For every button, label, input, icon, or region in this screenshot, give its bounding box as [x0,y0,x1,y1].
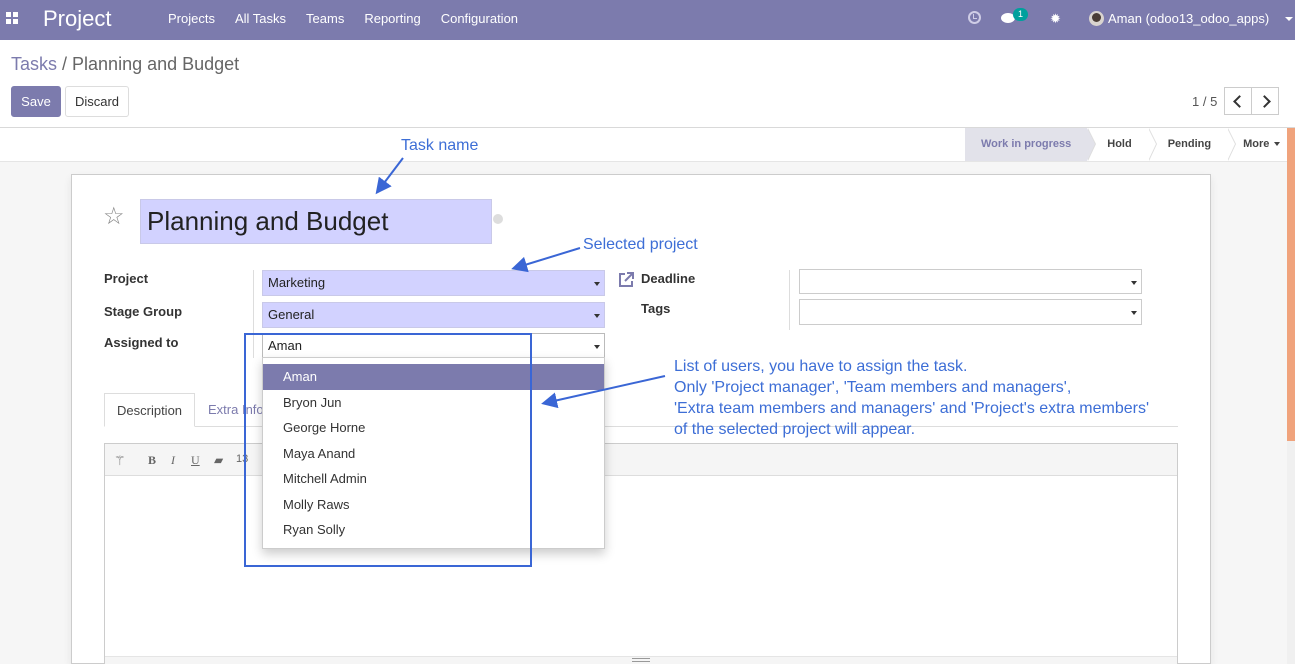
menu-all-tasks[interactable]: All Tasks [225,0,296,40]
annotation-users-line-1: List of users, you have to assign the ta… [674,358,968,375]
chevron-down-icon [1131,281,1137,285]
chevron-down-icon [594,282,600,286]
debug-bug-icon[interactable]: ✹ [1050,11,1061,27]
deadline-input[interactable] [799,269,1142,294]
top-navbar: Project Projects All Tasks Teams Reporti… [0,0,1295,40]
project-select[interactable]: Marketing [262,270,605,296]
star-icon[interactable]: ☆ [103,203,125,231]
priority-dot[interactable] [493,214,503,224]
messages-count-badge: 1 [1013,8,1029,21]
menu-projects[interactable]: Projects [158,0,225,40]
stage-work-in-progress[interactable]: Work in progress [965,128,1097,161]
breadcrumb-tasks-link[interactable]: Tasks [11,54,57,74]
tags-label: Tags [641,301,671,316]
pager-previous-button[interactable] [1224,87,1252,115]
discard-button[interactable]: Discard [65,86,129,117]
stage-more-label: More [1243,138,1270,150]
stage-statusbar: Work in progress Hold Pending More [965,128,1281,161]
menu-configuration[interactable]: Configuration [431,0,528,40]
magic-wand-icon[interactable]: ⚚ [114,453,126,469]
stage-hold[interactable]: Hold [1087,128,1158,161]
pager-next-button[interactable] [1251,87,1279,115]
scrollbar-thumb[interactable] [1287,128,1295,441]
task-name-input[interactable]: Planning and Budget [140,199,492,244]
assigned-to-label: Assigned to [104,335,179,350]
underline-icon[interactable]: U [191,453,200,468]
save-button[interactable]: Save [11,86,61,117]
annotation-selected-project: Selected project [583,236,698,253]
eraser-icon[interactable]: ▰ [214,453,223,467]
italic-icon[interactable]: I [171,453,175,468]
breadcrumb-separator: / [57,54,73,74]
stage-pending[interactable]: Pending [1148,128,1237,161]
annotation-task-name: Task name [401,137,479,154]
annotation-users-line-3: 'Extra team members and managers' and 'P… [674,400,1150,417]
apps-menu-icon[interactable] [6,12,18,24]
chevron-down-icon [594,345,600,349]
stage-group-label: Stage Group [104,304,183,319]
external-link-icon[interactable] [617,271,635,289]
bold-icon[interactable]: B [148,453,156,468]
label-separator [789,270,790,330]
project-label: Project [104,271,149,286]
activity-clock-icon[interactable] [968,11,981,24]
breadcrumb-current: Planning and Budget [72,54,240,74]
app-brand[interactable]: Project [43,6,111,32]
breadcrumb: Tasks / Planning and Budget [11,54,239,75]
resize-grip-icon[interactable] [632,658,650,662]
user-menu[interactable]: Aman (odoo13_odoo_apps) [1108,11,1269,26]
main-menu: Projects All Tasks Teams Reporting Confi… [158,0,528,40]
chevron-down-icon [1274,142,1281,147]
deadline-label: Deadline [641,271,696,286]
annotation-users-line-2: Only 'Project manager', 'Team members an… [674,379,1072,396]
menu-reporting[interactable]: Reporting [354,0,430,40]
chevron-down-icon [594,314,600,318]
chevron-down-icon [1131,311,1137,315]
stage-group-select[interactable]: General [262,302,605,328]
chevron-down-icon [1285,17,1293,21]
stage-group-value: General [268,307,315,322]
avatar[interactable] [1089,11,1104,26]
menu-teams[interactable]: Teams [296,0,354,40]
annotation-highlight-box [244,333,532,567]
pager-value[interactable]: 1 / 5 [1192,94,1217,109]
tab-description[interactable]: Description [104,393,196,427]
annotation-users-line-4: of the selected project will appear. [674,421,916,438]
project-value: Marketing [268,275,326,290]
tags-input[interactable] [799,299,1142,325]
